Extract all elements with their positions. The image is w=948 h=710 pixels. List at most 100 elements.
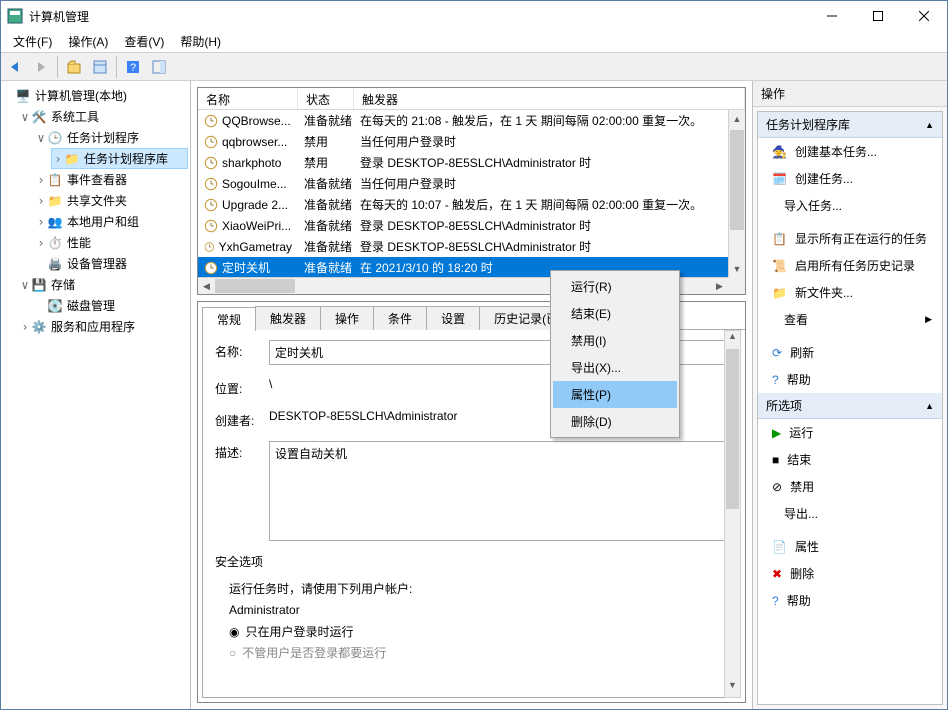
tree-event-viewer[interactable]: ›📋事件查看器 xyxy=(35,169,188,190)
up-button[interactable] xyxy=(62,55,86,79)
action-help[interactable]: ?帮助 xyxy=(758,366,942,393)
minimize-button[interactable] xyxy=(809,1,855,31)
tree-performance[interactable]: ›⏱️性能 xyxy=(35,232,188,253)
table-row[interactable]: SogouIme...准备就绪当任何用户登录时 xyxy=(198,173,745,194)
tab-settings[interactable]: 设置 xyxy=(426,306,480,330)
radio-logged-on[interactable]: ◉只在用户登录时运行 xyxy=(215,623,728,640)
author-label: 创建者: xyxy=(215,409,269,429)
action-label: 属性 xyxy=(795,538,819,555)
storage-icon: 💾 xyxy=(31,277,47,293)
table-row[interactable]: YxhGametray准备就绪登录 DESKTOP-8E5SLCH\Admini… xyxy=(198,236,745,257)
ctx-export[interactable]: 导出(X)... xyxy=(553,354,677,381)
action-run[interactable]: ▶运行 xyxy=(758,419,942,446)
forward-button[interactable] xyxy=(29,55,53,79)
history-icon: 📜 xyxy=(772,259,787,273)
close-button[interactable] xyxy=(901,1,947,31)
task-list: 名称 状态 触发器 QQBrowse...准备就绪在每天的 21:08 - 触发… xyxy=(197,87,746,295)
name-label: 名称: xyxy=(215,340,269,360)
radio-label: 只在用户登录时运行 xyxy=(245,623,353,640)
clock-icon: 🕒 xyxy=(47,130,63,146)
col-state[interactable]: 状态 xyxy=(298,88,354,109)
svg-text:?: ? xyxy=(130,62,136,74)
section-selection[interactable]: 所选项▲ xyxy=(758,393,942,419)
col-trigger[interactable]: 触发器 xyxy=(354,88,745,109)
action-view[interactable]: 查看 ▶ xyxy=(758,306,942,333)
ctx-properties[interactable]: 属性(P) xyxy=(553,381,677,408)
action-label: 查看 xyxy=(784,311,808,328)
runas-value: Administrator xyxy=(215,603,728,617)
table-row[interactable]: Upgrade 2...准备就绪在每天的 10:07 - 触发后，在 1 天 期… xyxy=(198,194,745,215)
ctx-disable[interactable]: 禁用(I) xyxy=(553,327,677,354)
action-label: 导出... xyxy=(784,505,818,522)
tab-triggers[interactable]: 触发器 xyxy=(255,306,321,330)
section-label: 任务计划程序库 xyxy=(766,116,850,133)
desc-field[interactable]: 设置自动关机 xyxy=(269,441,728,541)
window-title: 计算机管理 xyxy=(29,8,809,25)
action-end[interactable]: ■结束 xyxy=(758,446,942,473)
action-new-folder[interactable]: 📁 新文件夹... xyxy=(758,279,942,306)
table-row[interactable]: qqbrowser...禁用当任何用户登录时 xyxy=(198,131,745,152)
action-export[interactable]: 导出... xyxy=(758,500,942,527)
action-label: 新文件夹... xyxy=(795,284,853,301)
tab-conditions[interactable]: 条件 xyxy=(373,306,427,330)
tree-label: 事件查看器 xyxy=(67,171,127,188)
show-hide-action-pane[interactable] xyxy=(147,55,171,79)
action-disable[interactable]: ⊘禁用 xyxy=(758,473,942,500)
action-delete[interactable]: ✖删除 xyxy=(758,560,942,587)
tree-shared-folders[interactable]: ›📁共享文件夹 xyxy=(35,190,188,211)
properties-button[interactable] xyxy=(88,55,112,79)
action-properties[interactable]: 📄属性 xyxy=(758,533,942,560)
runas-label: 运行任务时，请使用下列用户帐户: xyxy=(215,580,728,597)
action-enable-history[interactable]: 📜 启用所有任务历史记录 xyxy=(758,252,942,279)
action-create-task[interactable]: 🗓️创建任务... xyxy=(758,165,942,192)
col-name[interactable]: 名称 xyxy=(198,88,298,109)
tree-system-tools[interactable]: ∨🛠️系统工具 xyxy=(19,106,188,127)
help-icon: ? xyxy=(772,594,779,608)
radio-label: 不管用户是否登录都要运行 xyxy=(242,644,386,661)
menu-action[interactable]: 操作(A) xyxy=(60,31,116,52)
action-show-running[interactable]: 📋显示所有正在运行的任务 xyxy=(758,225,942,252)
detail-vscroll[interactable]: ▲▼ xyxy=(724,330,741,698)
table-row[interactable]: sharkphoto禁用登录 DESKTOP-8E5SLCH\Administr… xyxy=(198,152,745,173)
tree-task-scheduler-lib[interactable]: ›📁任务计划程序库 xyxy=(51,148,188,169)
toolbar: ? xyxy=(1,53,947,81)
table-row[interactable]: XiaoWeiPri...准备就绪登录 DESKTOP-8E5SLCH\Admi… xyxy=(198,215,745,236)
ctx-end[interactable]: 结束(E) xyxy=(553,300,677,327)
tree-device-mgr[interactable]: 🖨️设备管理器 xyxy=(35,253,188,274)
back-button[interactable] xyxy=(3,55,27,79)
tab-actions[interactable]: 操作 xyxy=(320,306,374,330)
tree-label: 性能 xyxy=(67,234,91,251)
tree-storage[interactable]: ∨💾存储 xyxy=(19,274,188,295)
folder-icon: 📁 xyxy=(772,286,787,300)
tree-local-users[interactable]: ›👥本地用户和组 xyxy=(35,211,188,232)
folder-icon: 📁 xyxy=(64,151,80,167)
menu-help[interactable]: 帮助(H) xyxy=(172,31,229,52)
tab-general[interactable]: 常规 xyxy=(202,307,256,331)
action-refresh[interactable]: ⟳刷新 xyxy=(758,339,942,366)
table-row[interactable]: QQBrowse...准备就绪在每天的 21:08 - 触发后，在 1 天 期间… xyxy=(198,110,745,131)
menu-view[interactable]: 查看(V) xyxy=(116,31,172,52)
action-label: 运行 xyxy=(789,424,813,441)
menu-file[interactable]: 文件(F) xyxy=(5,31,60,52)
perf-icon: ⏱️ xyxy=(47,235,63,251)
caret-up-icon: ▲ xyxy=(925,120,934,130)
event-icon: 📋 xyxy=(47,172,63,188)
action-import[interactable]: 导入任务... xyxy=(758,192,942,219)
section-tasklib[interactable]: 任务计划程序库 ▲ xyxy=(758,112,942,138)
tree-task-scheduler[interactable]: ∨🕒任务计划程序 xyxy=(35,127,188,148)
chevron-right-icon: ▶ xyxy=(925,314,932,325)
action-label: 启用所有任务历史记录 xyxy=(795,257,915,274)
action-help2[interactable]: ? 帮助 xyxy=(758,587,942,614)
tree-root[interactable]: 🖥️计算机管理(本地) xyxy=(3,85,188,106)
maximize-button[interactable] xyxy=(855,1,901,31)
radio-icon: ○ xyxy=(229,646,236,660)
ctx-run[interactable]: 运行(R) xyxy=(553,273,677,300)
action-label: 帮助 xyxy=(787,592,811,609)
ctx-delete[interactable]: 删除(D) xyxy=(553,408,677,435)
list-vscroll[interactable]: ▲ ▼ xyxy=(728,110,745,277)
help-button[interactable]: ? xyxy=(121,55,145,79)
radio-not-logged[interactable]: ○ 不管用户是否登录都要运行 xyxy=(215,644,728,661)
tree-disk-mgmt[interactable]: 💽磁盘管理 xyxy=(35,295,188,316)
tree-services-apps[interactable]: ›⚙️服务和应用程序 xyxy=(19,316,188,337)
action-create-basic[interactable]: 🧙创建基本任务... xyxy=(758,138,942,165)
